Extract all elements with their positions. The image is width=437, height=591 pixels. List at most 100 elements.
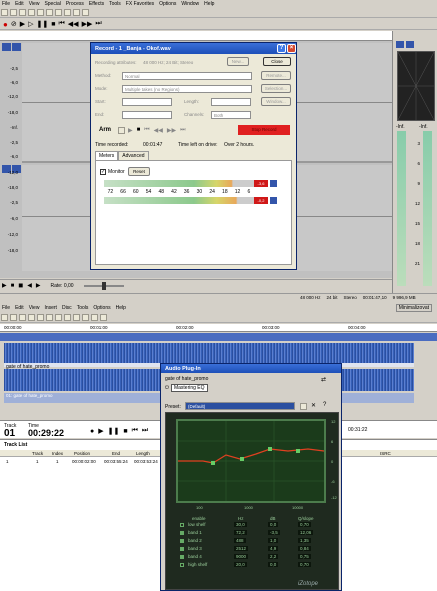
menu-window[interactable]: Window <box>181 1 199 7</box>
record-icon[interactable]: ● <box>3 20 8 29</box>
chain-add-icon[interactable]: ⇄ <box>321 376 326 383</box>
next-bottom-icon[interactable]: ▶ <box>36 282 41 289</box>
start-field[interactable] <box>122 98 172 106</box>
cd-menu-help[interactable]: Help <box>116 305 126 311</box>
stop-bottom-icon[interactable]: ■ <box>11 283 15 289</box>
mode-select[interactable]: Multiple takes (no Regions) <box>122 85 252 93</box>
band-q[interactable]: 0,84 <box>298 546 311 551</box>
menu-view[interactable]: View <box>29 1 40 7</box>
rate-slider-thumb[interactable] <box>101 281 106 290</box>
band-enable-checkbox[interactable] <box>180 531 184 535</box>
redo-icon[interactable] <box>64 9 71 16</box>
preset-help-icon[interactable]: ? <box>323 402 326 408</box>
band-q[interactable]: 0,70 <box>298 562 311 567</box>
help-icon[interactable]: ? <box>277 44 286 53</box>
meter-options-button[interactable] <box>396 41 404 48</box>
open-icon[interactable] <box>10 9 17 16</box>
cd-next-icon[interactable]: ⏭ <box>142 427 148 435</box>
cd-prev-icon[interactable]: ⏮ <box>132 427 138 435</box>
cd-menu-tools[interactable]: Tools <box>77 305 89 311</box>
band-q[interactable]: 12,06 <box>298 530 314 535</box>
minimalize-button[interactable]: Minimalizovat <box>395 303 432 312</box>
cd-lock-icon[interactable] <box>82 314 89 321</box>
eq-band-row[interactable]: high shelf 20,0 0,0 0,70 <box>176 562 326 570</box>
cd-open-icon[interactable] <box>10 314 17 321</box>
cd-menu-disc[interactable]: Disc <box>62 305 72 311</box>
go-start-icon[interactable]: ⏮ <box>58 20 64 28</box>
meter-reset-button[interactable] <box>406 41 414 48</box>
eq-band-row[interactable]: band 3 2512 4,9 0,84 <box>176 546 326 554</box>
menu-file[interactable]: File <box>2 1 10 7</box>
rewind-icon[interactable]: ◀◀ <box>68 20 79 28</box>
window-button[interactable]: Window... <box>261 97 291 106</box>
length-field[interactable] <box>211 98 251 106</box>
menu-options[interactable]: Options <box>159 1 176 7</box>
method-select[interactable]: Normal <box>122 72 252 80</box>
cd-undo-icon[interactable] <box>55 314 62 321</box>
band-db[interactable]: 0,0 <box>268 562 279 567</box>
undo-icon[interactable] <box>55 9 62 16</box>
cd-menu-options[interactable]: Options <box>93 305 110 311</box>
preset-save-icon[interactable] <box>300 403 307 410</box>
cd-pause-icon[interactable]: ❚❚ <box>108 427 120 435</box>
cd-cut-icon[interactable] <box>28 314 35 321</box>
play-icon[interactable]: ▶ <box>20 20 25 28</box>
tab-meters[interactable]: Meters <box>95 151 119 160</box>
record-stop-icon[interactable]: ■ <box>137 127 141 133</box>
record-next-icon[interactable]: ⏭ <box>180 127 185 134</box>
cd-new-icon[interactable] <box>1 314 8 321</box>
selection-button[interactable]: Selection... <box>261 84 291 93</box>
band-q[interactable]: 0,75 <box>298 554 311 559</box>
close-button[interactable]: Close <box>263 57 291 66</box>
band-enable-checkbox[interactable] <box>180 547 184 551</box>
cd-copy-icon[interactable] <box>37 314 44 321</box>
pencil-icon[interactable] <box>82 9 89 16</box>
band-db[interactable]: 2,2 <box>268 554 279 559</box>
menu-effects[interactable]: Effects <box>89 1 104 7</box>
loop-bottom-icon[interactable]: ◼ <box>18 282 23 289</box>
eq-band-row[interactable]: band 1 72,2 -3,5 12,06 <box>176 530 326 538</box>
forward-icon[interactable]: ▶▶ <box>82 20 93 28</box>
close-icon[interactable]: × <box>287 44 296 53</box>
new-icon[interactable] <box>1 9 8 16</box>
cd-menu-edit[interactable]: Edit <box>15 305 24 311</box>
cd-menu-insert[interactable]: Insert <box>44 305 57 311</box>
band-q[interactable]: 0,70 <box>298 522 311 527</box>
loop-icon[interactable]: ⊘ <box>11 20 17 28</box>
cd-wave-top[interactable] <box>4 343 414 363</box>
band-q[interactable]: 1,35 <box>298 538 311 543</box>
channel-1-button[interactable] <box>2 43 11 51</box>
record-rew-icon[interactable]: ◀◀ <box>154 127 163 134</box>
reset-button[interactable]: Reset <box>128 167 150 176</box>
cd-paste-icon[interactable] <box>46 314 53 321</box>
channel-1-toggle[interactable] <box>12 43 21 51</box>
monitor-checkbox[interactable]: ✓ <box>100 169 106 175</box>
pause-icon[interactable]: ❚❚ <box>37 20 49 28</box>
eq-band-row[interactable]: band 2 488 1,0 1,35 <box>176 538 326 546</box>
remote-button[interactable]: Remote... <box>261 71 291 80</box>
new-button[interactable]: New... <box>227 57 249 66</box>
cd-burn-icon[interactable] <box>100 314 107 321</box>
menu-tools[interactable]: Tools <box>109 1 121 7</box>
tab-advanced[interactable]: Advanced <box>118 151 149 160</box>
eq-band-row[interactable]: band 4 9000 2,2 0,75 <box>176 554 326 562</box>
menu-process[interactable]: Process <box>66 1 84 7</box>
paste-icon[interactable] <box>46 9 53 16</box>
preset-delete-icon[interactable]: ✕ <box>311 402 316 409</box>
eq-graph[interactable] <box>176 419 326 503</box>
go-end-icon[interactable]: ⏭ <box>95 20 101 28</box>
band-hz[interactable]: 20,0 <box>234 562 247 567</box>
copy-icon[interactable] <box>37 9 44 16</box>
band-db[interactable]: 4,9 <box>268 546 279 551</box>
stop-record-button[interactable]: Stop Record <box>238 125 290 135</box>
band-db[interactable]: 0,0 <box>268 522 279 527</box>
band-hz[interactable]: 488 <box>234 538 246 543</box>
record-prev-icon[interactable]: ⏮ <box>144 127 149 134</box>
channels-select[interactable]: Both <box>211 111 251 119</box>
band-hz[interactable]: 2512 <box>234 546 249 551</box>
menu-special[interactable]: Special <box>44 1 60 7</box>
cd-menu-file[interactable]: File <box>2 305 10 311</box>
cut-icon[interactable] <box>28 9 35 16</box>
preset-select[interactable]: (Default) <box>185 402 295 410</box>
stop-icon[interactable]: ■ <box>51 21 55 28</box>
